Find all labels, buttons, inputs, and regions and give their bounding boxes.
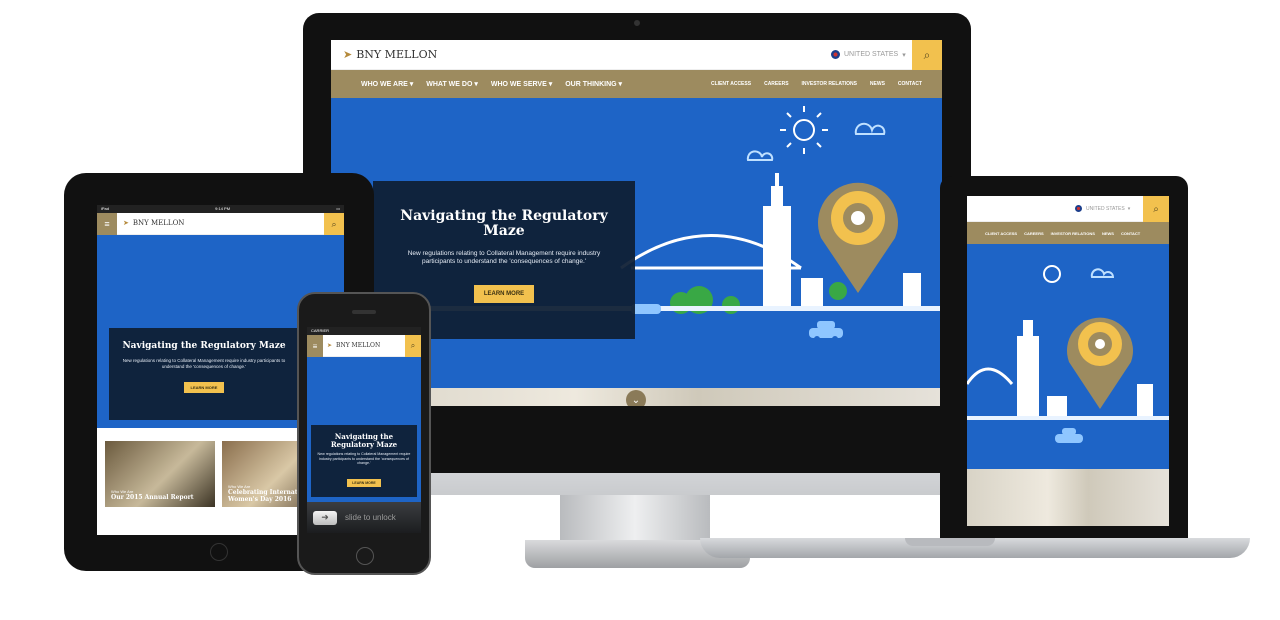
phone-learn-more-button[interactable]: LEARN MORE — [347, 478, 381, 487]
ipad-carrier: iPad — [101, 206, 110, 211]
ipad-card-annual-report[interactable]: Who We Are Our 2015 Annual Report — [105, 441, 215, 507]
phone-home-button[interactable] — [356, 547, 374, 565]
main-nav: WHO WE ARE ▾ WHAT WE DO ▾ WHO WE SERVE ▾… — [331, 70, 942, 98]
nav-news[interactable]: NEWS — [870, 81, 885, 87]
search-icon: ⌕ — [331, 218, 337, 229]
country-selector[interactable]: UNITED STATES ▾ — [831, 50, 906, 59]
nav-careers[interactable]: CAREERS — [764, 81, 788, 87]
brand-logo[interactable]: ➤ BNY MELLON — [343, 48, 437, 61]
battery-icon: ▭ — [336, 206, 340, 211]
laptop-hero-illustration — [967, 265, 1169, 443]
flag-icon — [1075, 205, 1082, 212]
search-icon: ⌕ — [923, 47, 931, 62]
phone-search-button[interactable]: ⌕ — [405, 335, 421, 357]
sun-icon — [780, 106, 828, 154]
laptop-photo-strip — [967, 469, 1169, 526]
location-pin-icon — [818, 182, 898, 293]
imac-camera — [634, 20, 640, 26]
ipad-header: ≡ ➤ BNY MELLON ⌕ — [97, 213, 344, 235]
slide-unlock-label: slide to unlock — [345, 513, 396, 522]
phone-hamburger-button[interactable]: ≡ — [307, 335, 323, 357]
ipad-status-bar: iPad 9:14 PM ▭ — [97, 205, 344, 213]
chevron-down-icon: ⌄ — [631, 394, 641, 406]
phone-header: ≡ ➤ BNY MELLON ⌕ — [307, 335, 421, 357]
brand-arrow-icon: ➤ — [343, 48, 353, 61]
imac-stand-neck — [560, 495, 710, 545]
search-icon: ⌕ — [1153, 203, 1159, 215]
search-icon: ⌕ — [410, 341, 416, 350]
ipad-time: 9:14 PM — [215, 206, 231, 211]
nav-who-we-serve[interactable]: WHO WE SERVE ▾ — [491, 80, 552, 88]
laptop-screen: UNITED STATES ▾ ⌕ CLIENT ACCESS CAREERS … — [967, 196, 1169, 526]
nav-our-thinking[interactable]: OUR THINKING ▾ — [565, 80, 622, 88]
chevron-down-icon: ▾ — [902, 51, 906, 59]
cloud-icon — [1090, 268, 1115, 278]
nav-what-we-do[interactable]: WHAT WE DO ▾ — [426, 80, 478, 88]
ipad-search-button[interactable]: ⌕ — [324, 213, 344, 235]
ipad-hero-title: Navigating the Regulatory Maze — [122, 341, 286, 351]
ipad-hero-body: New regulations relating to Collateral M… — [122, 357, 286, 369]
phone-speaker — [352, 310, 376, 314]
hamburger-icon: ≡ — [312, 341, 318, 351]
brand-name: BNY MELLON — [356, 48, 438, 61]
sun-icon — [1043, 265, 1061, 283]
ipad-brand-logo[interactable]: ➤ BNY MELLON — [123, 219, 184, 227]
laptop-header: UNITED STATES ▾ ⌕ — [967, 196, 1169, 222]
hamburger-icon: ≡ — [104, 219, 110, 229]
cloud-icon — [746, 122, 886, 161]
laptop-nav-client-access[interactable]: CLIENT ACCESS — [985, 231, 1017, 236]
brand-arrow-icon: ➤ — [123, 219, 129, 227]
nav-investor-relations[interactable]: INVESTOR RELATIONS — [802, 81, 857, 87]
site-header: ➤ BNY MELLON UNITED STATES ▾ ⌕ — [331, 40, 942, 70]
laptop-nav-investor-relations[interactable]: INVESTOR RELATIONS — [1051, 231, 1095, 236]
laptop-search-button[interactable]: ⌕ — [1143, 196, 1169, 222]
hero-body: New regulations relating to Collateral M… — [407, 249, 601, 265]
laptop-nav-contact[interactable]: CONTACT — [1121, 231, 1140, 236]
nav-who-we-are[interactable]: WHO WE ARE ▾ — [361, 80, 413, 88]
location-pin-icon — [1067, 317, 1133, 409]
car-icon — [1055, 428, 1083, 443]
laptop-notch — [905, 538, 995, 546]
nav-client-access[interactable]: CLIENT ACCESS — [711, 81, 751, 87]
phone-hero: Navigating the Regulatory Maze New regul… — [307, 357, 421, 502]
ipad-home-button[interactable] — [210, 543, 228, 561]
phone-brand-logo[interactable]: ➤ BNY MELLON — [327, 342, 380, 349]
laptop-nav: CLIENT ACCESS CAREERS INVESTOR RELATIONS… — [967, 222, 1169, 244]
phone-hero-panel: Navigating the Regulatory Maze New regul… — [311, 425, 417, 497]
slide-to-unlock-bar: ➜ slide to unlock — [307, 502, 421, 533]
chevron-down-icon: ▾ — [1127, 205, 1131, 212]
scroll-down-button[interactable]: ⌄ — [626, 390, 646, 406]
nav-contact[interactable]: CONTACT — [898, 81, 922, 87]
ipad-learn-more-button[interactable]: LEARN MORE — [183, 382, 225, 394]
phone-hero-title: Navigating the Regulatory Maze — [330, 432, 398, 449]
flag-icon — [831, 50, 840, 59]
learn-more-button[interactable]: LEARN MORE — [473, 285, 535, 304]
phone-hero-body: New regulations relating to Collateral M… — [317, 452, 411, 466]
brand-arrow-icon: ➤ — [327, 342, 333, 349]
slide-unlock-handle[interactable]: ➜ — [313, 510, 337, 525]
country-label: UNITED STATES — [844, 51, 899, 58]
laptop-hero — [967, 244, 1169, 469]
laptop-country-selector[interactable]: UNITED STATES ▾ — [1075, 205, 1130, 212]
card-title: Our 2015 Annual Report — [111, 494, 194, 501]
search-button[interactable]: ⌕ — [912, 40, 942, 70]
laptop-nav-careers[interactable]: CAREERS — [1024, 231, 1044, 236]
phone-screen: CARRIER ≡ ➤ BNY MELLON ⌕ Navigating the … — [307, 327, 421, 533]
phone-status-bar: CARRIER — [307, 327, 421, 335]
hamburger-button[interactable]: ≡ — [97, 213, 117, 235]
hero-title: Navigating the Regulatory Maze — [400, 208, 608, 240]
ipad-hero-panel: Navigating the Regulatory Maze New regul… — [109, 328, 299, 420]
laptop-nav-news[interactable]: NEWS — [1102, 231, 1114, 236]
slide-arrow-icon: ➜ — [321, 512, 329, 522]
phone-carrier: CARRIER — [311, 328, 330, 333]
